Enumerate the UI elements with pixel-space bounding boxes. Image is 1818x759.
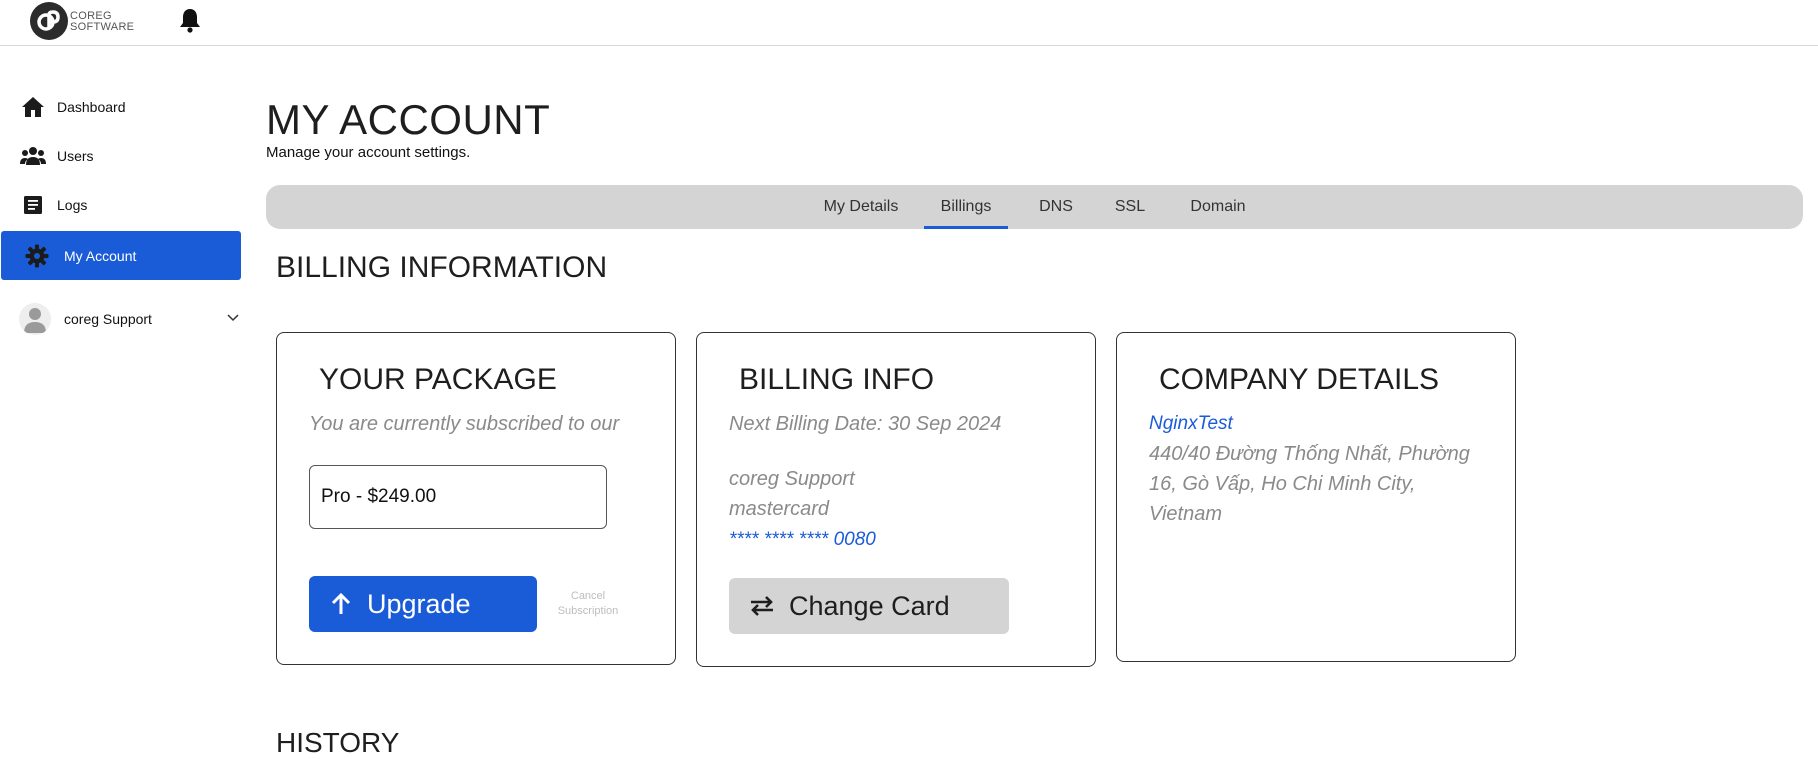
tab-billings[interactable]: Billings [924,185,1008,229]
plan-field[interactable]: Pro - $249.00 [309,465,607,529]
sidebar: Dashboard Users Logs My Account coreg Su… [0,46,245,744]
arrow-up-icon [329,592,353,616]
sidebar-item-dashboard[interactable]: Dashboard [1,84,241,130]
company-name: NginxTest [1149,413,1233,434]
sidebar-item-label: My Account [64,247,137,264]
logo-icon[interactable] [30,2,68,40]
tab-ssl[interactable]: SSL [1108,185,1152,229]
sidebar-item-label: Dashboard [57,99,126,115]
card-title: BILLING INFO [739,363,935,396]
package-card: YOUR PACKAGE You are currently subscribe… [276,332,676,665]
history-title: HISTORY [276,727,400,758]
bell-icon[interactable] [176,6,204,34]
company-details-card: COMPANY DETAILS NginxTest 440/40 Đường T… [1116,332,1516,662]
tab-domain[interactable]: Domain [1181,185,1255,229]
cancel-subscription-link[interactable]: Cancel Subscription [553,589,623,619]
section-title: BILLING INFORMATION [276,251,608,284]
change-card-button[interactable]: Change Card [729,578,1009,634]
change-card-label: Change Card [789,590,950,621]
card-title: YOUR PACKAGE [319,363,557,396]
tab-bar: My Details Billings DNS SSL Domain [266,185,1803,229]
tab-my-details[interactable]: My Details [811,185,911,229]
sidebar-item-logs[interactable]: Logs [1,182,241,228]
sidebar-item-label: Users [57,148,94,164]
upgrade-label: Upgrade [367,588,471,619]
sidebar-item-label: Logs [57,197,88,213]
page-title: MY ACCOUNT [266,96,551,143]
card-title: COMPANY DETAILS [1159,363,1440,396]
page-subtitle: Manage your account settings. [266,144,471,161]
billing-info-card: BILLING INFO Next Billing Date: 30 Sep 2… [696,332,1096,667]
sidebar-item-users[interactable]: Users [1,133,241,179]
tab-dns[interactable]: DNS [1032,185,1080,229]
home-icon [20,95,46,119]
top-bar: COREG SOFTWARE [0,0,1818,46]
users-icon [20,144,46,168]
company-address: 440/40 Đường Thống Nhất, Phường 16, Gò V… [1149,443,1470,525]
logo-text: COREG SOFTWARE [70,10,135,33]
card-type: mastercard [729,498,830,520]
chevron-down-icon[interactable] [225,310,241,329]
package-description: You are currently subscribed to our [309,413,620,435]
user-name: coreg Support [64,311,152,327]
sidebar-item-my-account[interactable]: My Account [1,231,241,280]
card-holder: coreg Support [729,468,855,490]
swap-icon [749,595,775,617]
gear-icon [24,244,50,268]
next-billing-date: Next Billing Date: 30 Sep 2024 [729,413,1002,435]
user-menu[interactable]: coreg Support [19,300,241,338]
logs-icon [20,193,46,217]
card-number: **** **** **** 0080 [729,529,876,550]
upgrade-button[interactable]: Upgrade [309,576,537,632]
avatar [19,303,51,335]
